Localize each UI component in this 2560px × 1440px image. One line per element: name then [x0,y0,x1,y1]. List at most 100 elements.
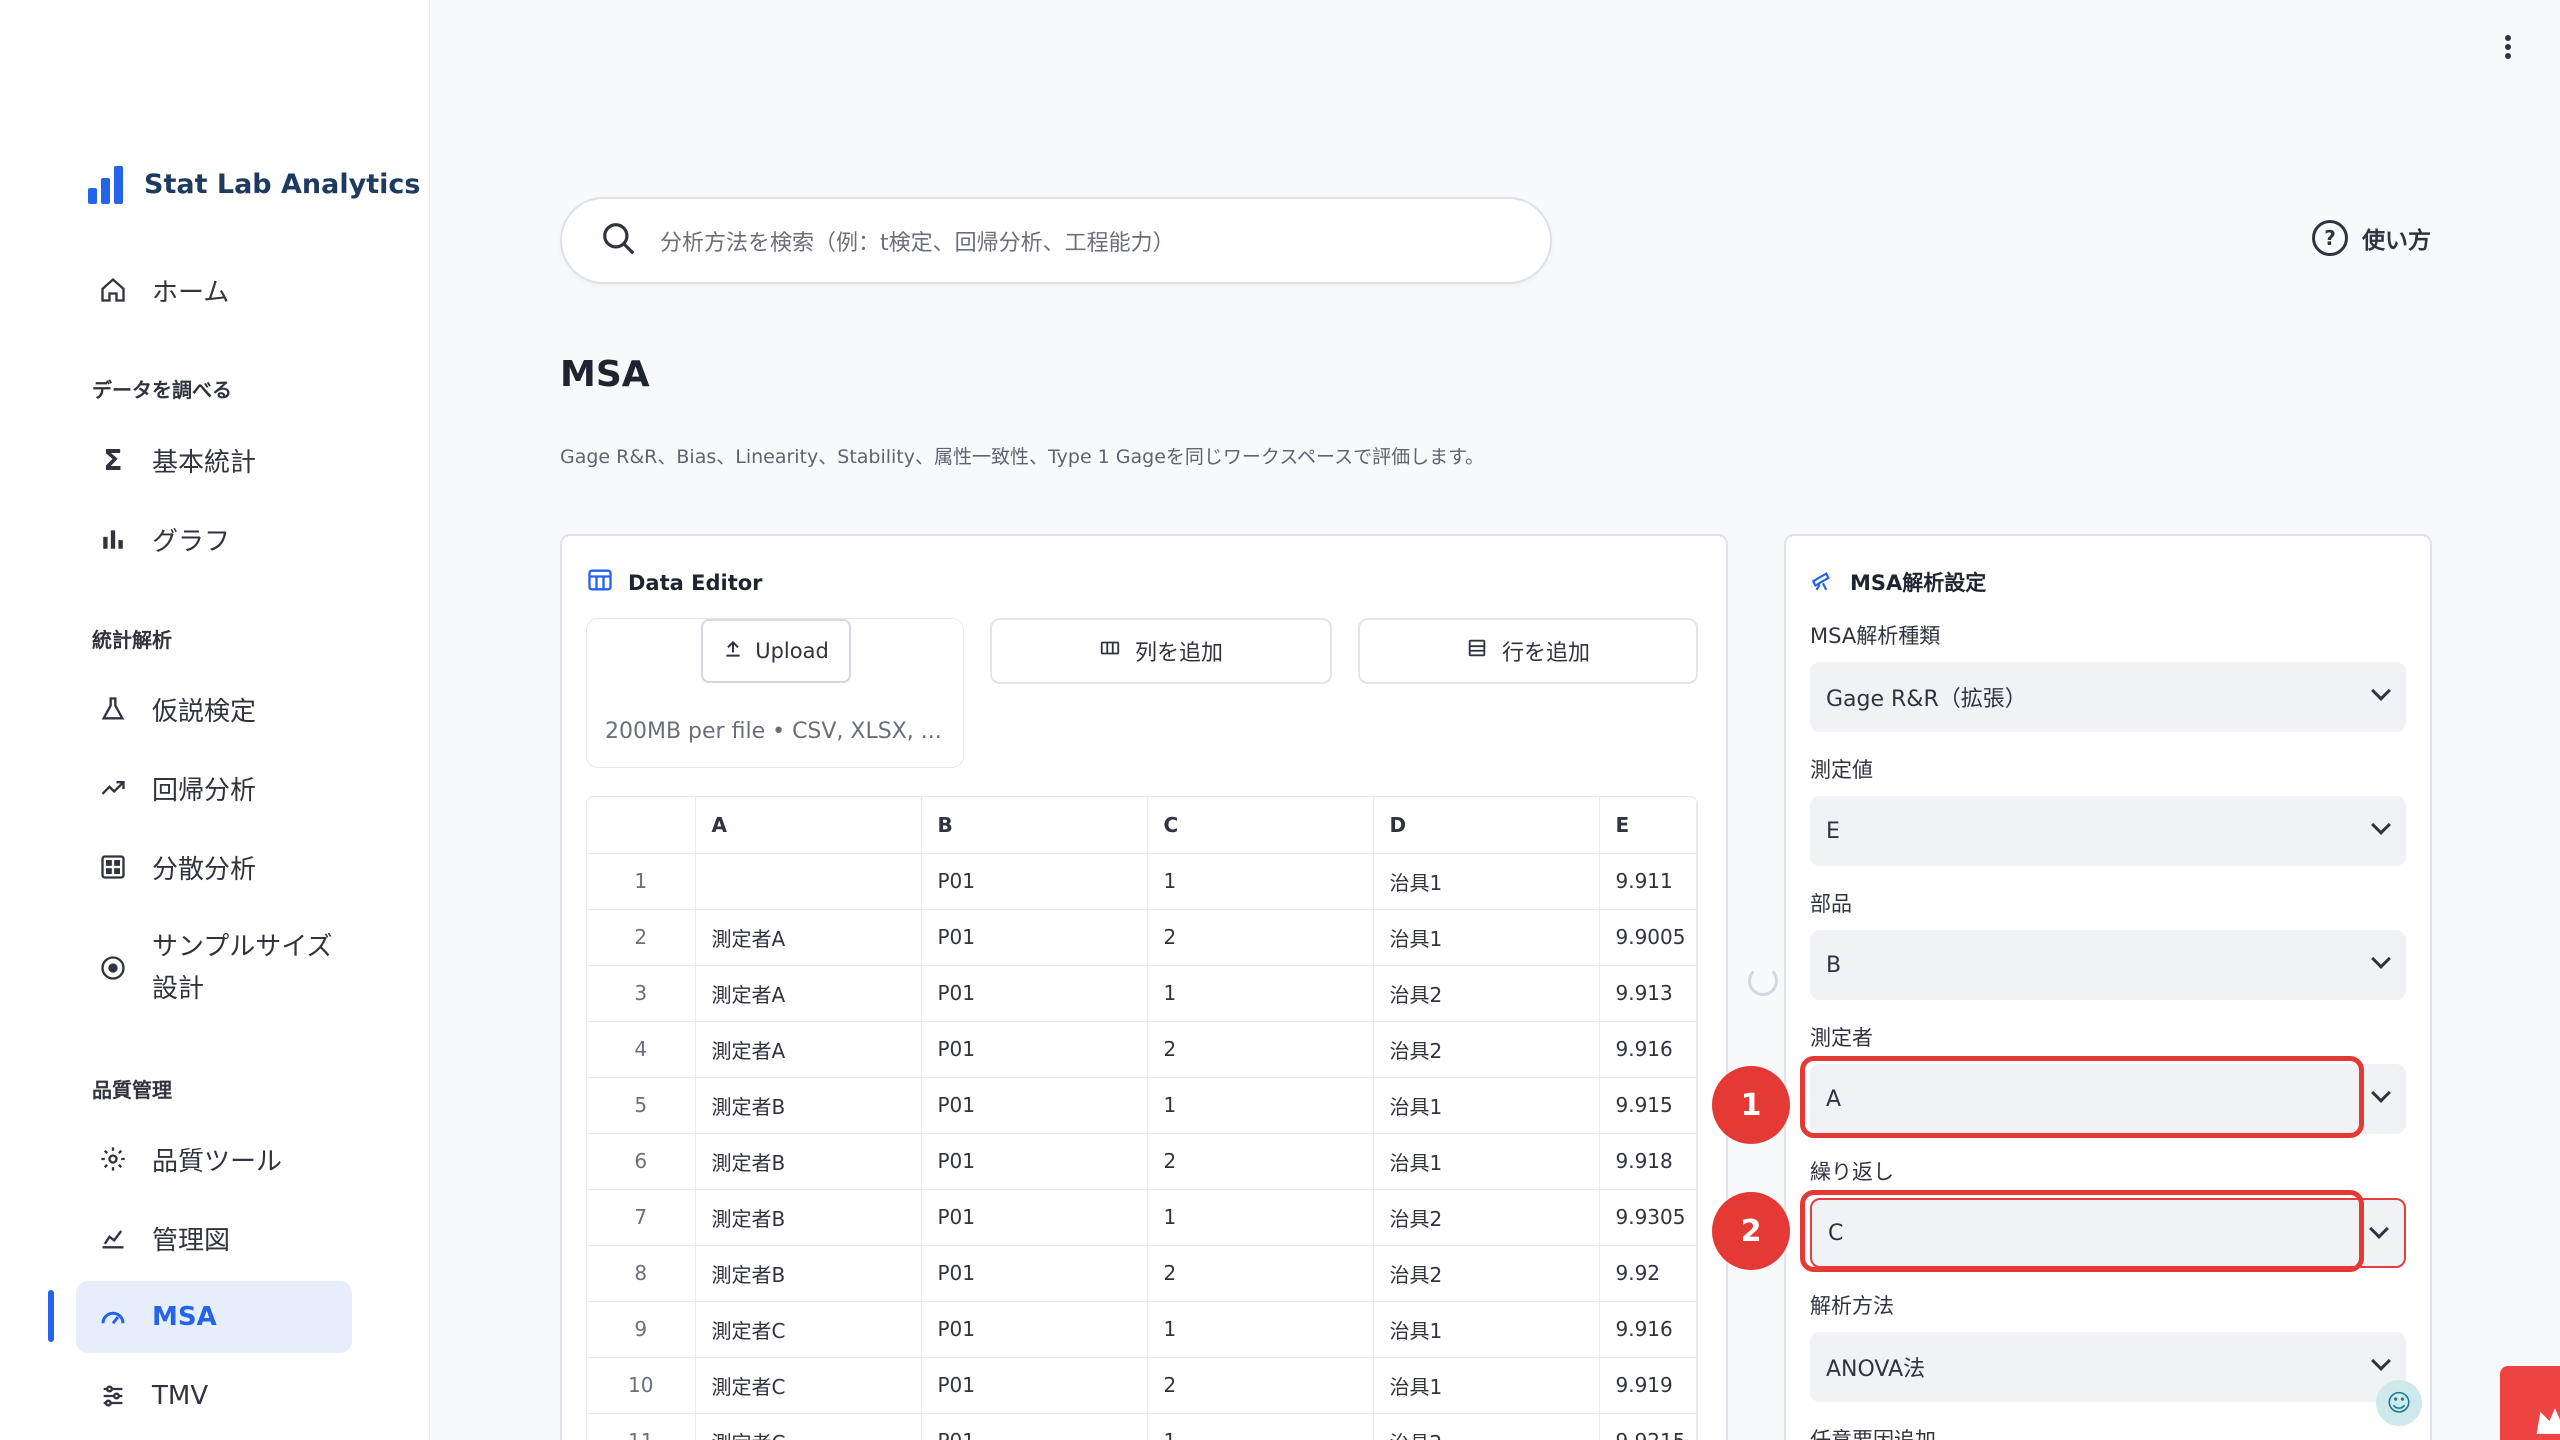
grid-cell[interactable] [695,853,922,910]
grid-cell[interactable]: 測定者C [695,1413,922,1440]
grid-cell[interactable]: 測定者B [695,1245,922,1302]
table-row[interactable]: 4 測定者A P01 2 治具2 9.916 [587,1021,1697,1078]
grid-cell[interactable]: P01 [921,1133,1148,1190]
grid-cell[interactable]: 測定者A [695,909,922,966]
table-row[interactable]: 1 P01 1 治具1 9.911 [587,853,1697,910]
more-menu-icon[interactable] [2498,32,2518,62]
grid-cell[interactable]: 2 [1147,909,1374,966]
column-header[interactable]: D [1373,797,1600,854]
grid-cell[interactable]: 測定者B [695,1133,922,1190]
data-grid[interactable]: A B C D E 1 P01 1 治具1 9.911 2 測定者A P01 2 治具1 9.900… [586,796,1698,1440]
grid-cell[interactable]: 9.9305 [1599,1189,1697,1246]
grid-cell[interactable]: 治具1 [1373,909,1600,966]
grid-cell[interactable]: 9.919 [1599,1357,1697,1414]
sidebar-item-label: MSA [152,1302,217,1332]
grid-cell[interactable]: 測定者C [695,1357,922,1414]
grid-cell[interactable]: 治具2 [1373,1245,1600,1302]
sidebar-item-sample-size[interactable]: サンプルサイズ設計 [76,920,352,1016]
grid-cell[interactable]: 9.918 [1599,1133,1697,1190]
grid-cell[interactable]: P01 [921,1077,1148,1134]
grid-cell[interactable]: 9.9005 [1599,909,1697,966]
grid-cell[interactable]: 治具1 [1373,1077,1600,1134]
grid-cell[interactable]: P01 [921,1413,1148,1440]
grid-cell[interactable]: 治具2 [1373,965,1600,1022]
assistant-avatar-icon[interactable]: ☺ [2376,1380,2422,1426]
sidebar-item-home[interactable]: ホーム [76,254,352,326]
grid-cell[interactable]: 1 [1147,1189,1374,1246]
table-row[interactable]: 11測定者CP011治具29.9215 [587,1413,1697,1440]
sidebar-item-hypothesis-test[interactable]: 仮説検定 [76,673,352,745]
msa-type-select[interactable]: Gage R&R（拡張） [1810,662,2406,732]
grid-cell[interactable]: 9.9215 [1599,1413,1697,1440]
sidebar-item-tmv[interactable]: TMV [76,1360,352,1432]
grid-cell[interactable]: P01 [921,1189,1148,1246]
table-row[interactable]: 8 測定者B P01 2 治具2 9.92 [587,1245,1697,1302]
grid-cell[interactable]: 9.915 [1599,1077,1697,1134]
add-column-button[interactable]: 列を追加 [990,618,1332,684]
file-uploader[interactable]: Upload 200MB per file • CSV, XLSX, ... [586,618,964,768]
grid-cell[interactable]: 9.92 [1599,1245,1697,1302]
grid-cell[interactable]: 2 [1147,1133,1374,1190]
table-row[interactable]: 5 測定者B P01 1 治具1 9.915 [587,1077,1697,1134]
grid-cell[interactable]: 測定者B [695,1077,922,1134]
grid-cell[interactable]: 治具1 [1373,1133,1600,1190]
add-row-button[interactable]: 行を追加 [1358,618,1698,684]
grid-cell[interactable]: 1 [1147,965,1374,1022]
grid-cell[interactable]: 治具1 [1373,1301,1600,1358]
column-header[interactable]: E [1599,797,1697,854]
grid-cell[interactable]: 測定者A [695,965,922,1022]
crown-icon[interactable] [2500,1366,2560,1440]
grid-cell[interactable]: 治具2 [1373,1413,1600,1440]
grid-cell[interactable]: P01 [921,1245,1148,1302]
sidebar-item-quality-tools[interactable]: 品質ツール [76,1123,352,1195]
sidebar-item-control-chart[interactable]: 管理図 [76,1202,352,1274]
analysis-method-select[interactable]: ANOVA法 [1810,1332,2406,1402]
column-header[interactable]: C [1147,797,1374,854]
upload-button[interactable]: Upload [701,619,851,683]
sidebar-item-basic-stats[interactable]: Σ 基本統計 [76,424,352,496]
grid-cell[interactable]: 9.913 [1599,965,1697,1022]
grid-cell[interactable]: 1 [1147,1301,1374,1358]
table-row[interactable]: 9 測定者C P01 1 治具1 9.916 [587,1301,1697,1358]
grid-cell[interactable]: 1 [1147,1077,1374,1134]
grid-cell[interactable]: P01 [921,1021,1148,1078]
help-button[interactable]: ? 使い方 [2312,220,2431,256]
gear-icon [96,1142,130,1176]
table-row[interactable]: 7 測定者B P01 1 治具2 9.9305 [587,1189,1697,1246]
grid-cell[interactable]: 治具2 [1373,1021,1600,1078]
grid-cell[interactable]: 1 [1147,1413,1374,1440]
grid-cell[interactable]: 2 [1147,1021,1374,1078]
sidebar-item-anova[interactable]: 分散分析 [76,831,352,903]
grid-cell[interactable]: 1 [1147,853,1374,910]
column-header[interactable]: A [695,797,922,854]
grid-cell[interactable]: P01 [921,1357,1148,1414]
grid-cell[interactable]: 治具2 [1373,1189,1600,1246]
grid-cell[interactable]: 治具1 [1373,853,1600,910]
table-row[interactable]: 6 測定者B P01 2 治具1 9.918 [587,1133,1697,1190]
part-select[interactable]: B [1810,930,2406,1000]
column-header[interactable]: B [921,797,1148,854]
sidebar-item-graph[interactable]: グラフ [76,503,352,575]
sidebar-item-msa[interactable]: MSA [76,1281,352,1353]
grid-cell[interactable]: 測定者B [695,1189,922,1246]
search-bar[interactable]: 分析方法を検索（例：t検定、回帰分析、工程能力） [560,197,1552,284]
app-logo[interactable]: Stat Lab Analytics [88,164,420,204]
grid-cell[interactable]: 治具1 [1373,1357,1600,1414]
sidebar-item-regression[interactable]: 回帰分析 [76,752,352,824]
grid-cell[interactable]: 9.911 [1599,853,1697,910]
grid-cell[interactable]: 9.916 [1599,1021,1697,1078]
grid-cell[interactable]: P01 [921,965,1148,1022]
table-row[interactable]: 3 測定者A P01 1 治具2 9.913 [587,965,1697,1022]
grid-cell[interactable]: 測定者C [695,1301,922,1358]
table-row[interactable]: 2 測定者A P01 2 治具1 9.9005 [587,909,1697,966]
table-row[interactable]: 10 測定者C P01 2 治具1 9.919 [587,1357,1697,1414]
grid-cell[interactable]: P01 [921,853,1148,910]
measurement-select[interactable]: E [1810,796,2406,866]
grid-cell[interactable]: 2 [1147,1357,1374,1414]
grid-cell[interactable]: P01 [921,1301,1148,1358]
grid-cell[interactable]: P01 [921,909,1148,966]
grid-cell[interactable]: 測定者A [695,1021,922,1078]
search-input[interactable]: 分析方法を検索（例：t検定、回帰分析、工程能力） [660,225,1175,257]
grid-cell[interactable]: 2 [1147,1245,1374,1302]
grid-cell[interactable]: 9.916 [1599,1301,1697,1358]
